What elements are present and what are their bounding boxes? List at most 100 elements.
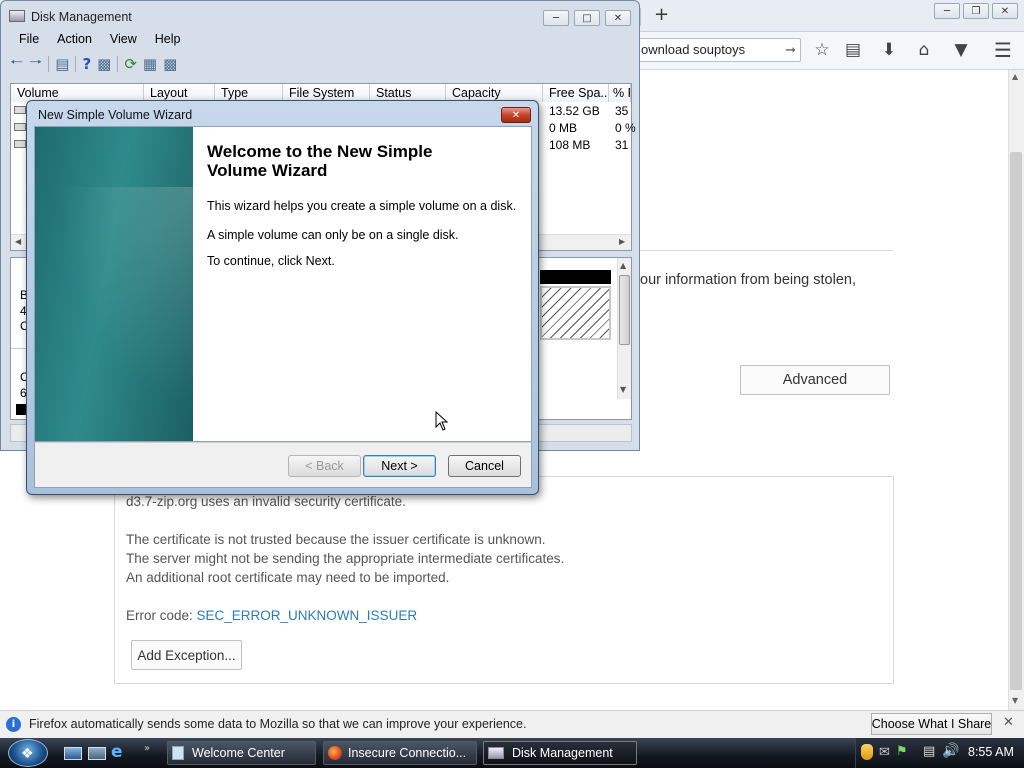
col-percent-free[interactable]: % F <box>609 84 631 102</box>
wizard-heading: Welcome to the New Simple Volume Wizard <box>207 142 433 180</box>
dm-maximize-button[interactable]: □ <box>574 10 600 26</box>
mail-icon[interactable]: ✉ <box>879 745 890 760</box>
row-3-percent: 31 <box>615 138 629 152</box>
bookmark-star-icon[interactable]: ☆ <box>807 35 837 65</box>
show-hide-tree-icon[interactable]: ▤ <box>55 55 69 73</box>
toolbar-separator <box>75 56 77 72</box>
ff-close-button[interactable]: ✕ <box>992 3 1018 19</box>
taskbar-item-insecure-connection[interactable]: Insecure Connectio... <box>323 741 477 765</box>
tab-divider <box>640 8 641 26</box>
taskbar-item-label: Insecure Connectio... <box>348 746 467 760</box>
refresh-icon[interactable]: ⟳ <box>124 55 137 73</box>
add-exception-button[interactable]: Add Exception... <box>131 640 242 670</box>
ff-restore-button[interactable]: ❐ <box>963 3 989 19</box>
error-line-4: An additional root certificate may need … <box>126 570 450 585</box>
error-details-box: d3.7-zip.org uses an invalid security ce… <box>114 476 894 684</box>
go-arrow-icon[interactable]: ➞ <box>785 39 796 61</box>
dm-menu-bar: File Action View Help <box>10 29 190 49</box>
row-3-free-space: 108 MB <box>549 138 591 152</box>
scroll-right-icon[interactable]: ▶ <box>619 237 625 246</box>
toolbar-separator <box>48 56 50 72</box>
start-button[interactable]: ❖ <box>8 739 48 767</box>
row-2-free-space: 0 MB <box>549 121 578 135</box>
cancel-button[interactable]: Cancel <box>448 455 521 477</box>
clock[interactable]: 8:55 AM <box>968 745 1014 759</box>
reading-list-icon[interactable]: ▤ <box>838 35 868 65</box>
dm-toolbar: 🠐 🠒 ▤ ? ▩ ⟳ ▦ ▩ <box>10 53 177 75</box>
dm-close-button[interactable]: ✕ <box>605 10 631 26</box>
rescan-icon[interactable]: ▦ <box>143 55 157 73</box>
error-code-link[interactable]: SEC_ERROR_UNKNOWN_ISSUER <box>197 608 418 623</box>
scroll-thumb[interactable] <box>1010 152 1022 690</box>
scroll-left-icon[interactable]: ◀ <box>15 237 21 246</box>
menu-file[interactable]: File <box>10 29 48 49</box>
row-1-free-space: 13.52 GB <box>549 104 600 118</box>
new-simple-volume-wizard: New Simple Volume Wizard ✕ Welcome to th… <box>26 100 539 495</box>
url-text: ownload souptoys <box>641 42 746 57</box>
drive-icon <box>14 106 26 114</box>
quicklaunch-more-icon[interactable]: » <box>144 743 150 754</box>
unallocated-partition[interactable] <box>540 286 611 340</box>
row-2-percent: 0 % <box>615 121 636 135</box>
wizard-close-button[interactable]: ✕ <box>501 107 531 123</box>
help-icon[interactable]: ? <box>82 55 91 73</box>
partition-header-bar <box>540 270 611 284</box>
advanced-button[interactable]: Advanced <box>740 365 890 395</box>
wizard-content-panel: Welcome to the New Simple Volume Wizard … <box>34 126 532 442</box>
properties-icon[interactable]: ▩ <box>97 55 111 73</box>
dm-minimize-button[interactable]: ─ <box>543 10 569 26</box>
scroll-down-icon[interactable]: ▼ <box>1012 696 1018 705</box>
back-button[interactable]: < Back <box>288 455 361 477</box>
scroll-up-icon[interactable]: ▲ <box>620 261 626 270</box>
wizard-title: New Simple Volume Wizard <box>38 108 193 122</box>
volume-icon[interactable]: 🔊 <box>942 743 959 759</box>
wizard-paragraph-1: This wizard helps you create a simple vo… <box>207 199 517 213</box>
wizard-button-area: < Back Next > Cancel <box>34 442 532 488</box>
graph-vscrollbar[interactable]: ▲ ▼ <box>617 258 631 399</box>
pocket-icon[interactable]: ▼ <box>946 35 976 65</box>
url-bar[interactable]: ownload souptoys ➞ <box>636 38 801 62</box>
welcome-center-icon <box>172 746 184 760</box>
menu-help[interactable]: Help <box>146 29 190 49</box>
taskbar-item-disk-management[interactable]: Disk Management <box>483 741 637 765</box>
disk-mgmt-title: Disk Management <box>31 10 132 24</box>
side-graphic-shine <box>35 187 193 441</box>
settings-icon[interactable]: ▩ <box>163 55 177 73</box>
internet-explorer-icon[interactable]: e <box>111 742 123 762</box>
forward-arrow-icon[interactable]: 🠒 <box>29 52 42 77</box>
scroll-down-icon[interactable]: ▼ <box>620 385 626 394</box>
show-desktop-icon[interactable] <box>64 747 82 760</box>
data-notification-bar: i Firefox automatically sends some data … <box>0 710 1024 738</box>
error-code-row: Error code: SEC_ERROR_UNKNOWN_ISSUER <box>126 608 417 623</box>
back-arrow-icon[interactable]: 🠐 <box>10 52 23 77</box>
info-text: our information from being stolen, <box>640 272 856 288</box>
downloads-icon[interactable]: ⬇ <box>874 35 904 65</box>
notification-text: Firefox automatically sends some data to… <box>29 717 527 731</box>
wizard-paragraph-3: To continue, click Next. <box>207 254 335 268</box>
menu-action[interactable]: Action <box>48 29 101 49</box>
drive-icon <box>14 123 26 131</box>
switch-windows-icon[interactable] <box>88 747 106 760</box>
info-icon: i <box>6 717 21 732</box>
col-free-space[interactable]: Free Spa... <box>543 84 609 102</box>
next-button[interactable]: Next > <box>363 455 436 477</box>
hamburger-menu-icon[interactable]: ☰ <box>988 35 1018 65</box>
flag-icon[interactable]: ⚑ <box>896 744 908 759</box>
ff-minimize-button[interactable]: ─ <box>934 3 960 19</box>
taskbar-item-label: Disk Management <box>512 746 613 760</box>
home-icon[interactable]: ⌂ <box>909 35 939 65</box>
security-shield-icon[interactable] <box>861 744 873 760</box>
system-tray: ✉ ⚑ ▤ 🔊 8:55 AM <box>855 738 1024 768</box>
new-tab-plus-icon[interactable]: + <box>654 4 669 25</box>
choose-what-i-share-button[interactable]: Choose What I Share <box>871 713 992 735</box>
menu-view[interactable]: View <box>101 29 146 49</box>
windows-logo-icon: ❖ <box>21 746 34 762</box>
mouse-cursor-icon <box>435 411 449 431</box>
taskbar-item-welcome-center[interactable]: Welcome Center <box>167 741 316 765</box>
scroll-up-icon[interactable]: ▲ <box>1012 72 1018 81</box>
scroll-thumb[interactable] <box>619 275 630 345</box>
row-1-percent: 35 <box>615 104 629 118</box>
notification-close-icon[interactable]: ✕ <box>1003 715 1014 730</box>
disk-mgmt-app-icon <box>9 10 25 22</box>
network-icon[interactable]: ▤ <box>923 744 935 759</box>
